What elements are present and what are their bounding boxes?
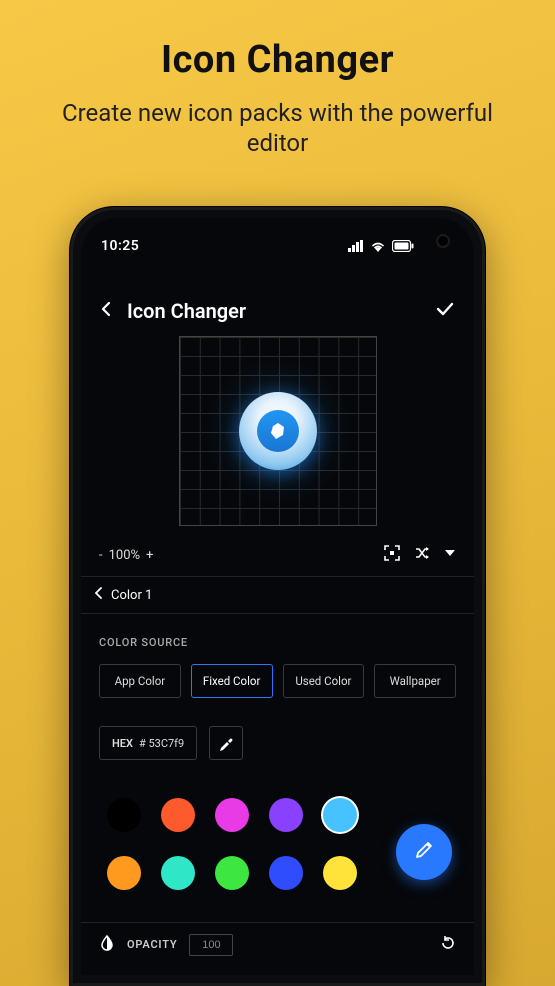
zoom-in-button[interactable]: + [146, 548, 153, 563]
color-swatch[interactable] [269, 856, 303, 890]
color-swatch[interactable] [161, 798, 195, 832]
source-option-fixed-color[interactable]: Fixed Color [191, 664, 273, 698]
eyedropper-button[interactable] [209, 726, 243, 760]
pencil-icon [414, 840, 434, 864]
promo-subtitle: Create new icon packs with the powerful … [60, 98, 495, 158]
dropdown-icon[interactable] [444, 547, 456, 563]
color-swatch[interactable] [323, 856, 357, 890]
promo-title: Icon Changer [0, 38, 555, 82]
zoom-bar: - 100% + [81, 540, 474, 570]
subheader-title: Color 1 [111, 588, 152, 603]
source-option-app-color[interactable]: App Color [99, 664, 181, 698]
source-option-used-color[interactable]: Used Color [283, 664, 365, 698]
icon-canvas[interactable] [81, 336, 474, 536]
color-source-label: COLOR SOURCE [99, 636, 188, 649]
editor-grid [179, 336, 377, 526]
app-bar: Icon Changer [81, 286, 474, 336]
hex-input[interactable]: HEX # 53C7f9 [99, 726, 197, 760]
zoom-out-button[interactable]: - [99, 548, 103, 563]
color-source-options: App Color Fixed Color Used Color Wallpap… [99, 664, 456, 698]
icon-preview[interactable] [239, 392, 317, 470]
color-swatch[interactable] [269, 798, 303, 832]
opacity-row: OPACITY [81, 922, 474, 966]
zoom-value: 100% [109, 548, 140, 563]
sub-header[interactable]: Color 1 [81, 576, 474, 614]
opacity-icon [99, 935, 115, 954]
opacity-input[interactable] [189, 934, 233, 956]
page-title: Icon Changer [127, 299, 434, 323]
confirm-icon[interactable] [434, 298, 456, 324]
wifi-icon [370, 240, 386, 252]
frame-icon[interactable] [384, 545, 400, 565]
reset-icon[interactable] [440, 935, 456, 954]
color-swatch-selected[interactable] [323, 798, 357, 832]
battery-icon [392, 240, 414, 252]
phone-frame: 10:25 Icon Changer [70, 207, 485, 986]
hex-value: # 53C7f9 [139, 737, 184, 750]
chevron-left-icon[interactable] [93, 587, 105, 603]
screen: 10:25 Icon Changer [81, 218, 474, 975]
edit-fab[interactable] [396, 824, 452, 880]
opacity-label: OPACITY [127, 938, 177, 951]
front-camera [436, 234, 450, 248]
color-swatch[interactable] [215, 798, 249, 832]
color-swatch[interactable] [107, 798, 141, 832]
status-bar: 10:25 [101, 236, 414, 256]
swatch-row-1 [107, 798, 452, 832]
source-option-wallpaper[interactable]: Wallpaper [374, 664, 456, 698]
back-icon[interactable] [99, 301, 115, 321]
clock: 10:25 [101, 238, 139, 254]
shuffle-icon[interactable] [414, 545, 430, 565]
color-swatch[interactable] [161, 856, 195, 890]
color-swatch[interactable] [215, 856, 249, 890]
icon-inner [257, 410, 299, 452]
signal-icon [348, 240, 364, 252]
hex-label: HEX [112, 737, 133, 750]
color-swatch[interactable] [107, 856, 141, 890]
